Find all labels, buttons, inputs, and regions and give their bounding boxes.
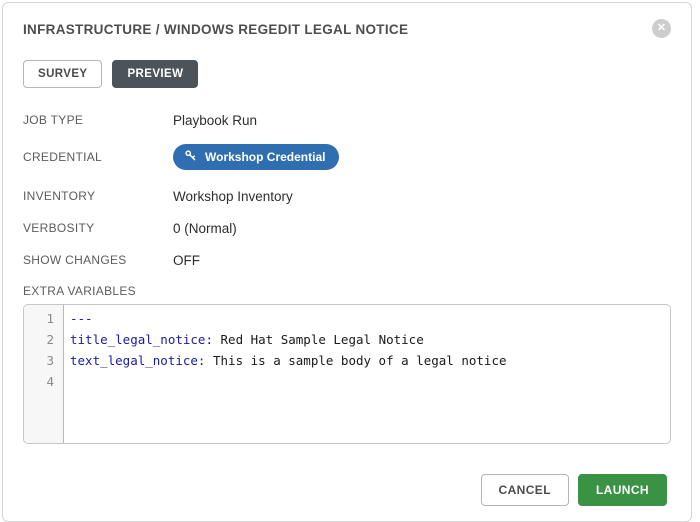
job-details: JOB TYPE Playbook Run CREDENTIAL Worksho…: [23, 112, 671, 268]
yaml-value: This is a sample body of a legal notice: [205, 353, 506, 368]
launch-button[interactable]: LAUNCH: [578, 474, 667, 506]
extra-variables-editor: 1 2 3 4 --- title_legal_notice: Red Hat …: [23, 304, 671, 444]
line-number: 3: [24, 350, 54, 371]
yaml-value: Red Hat Sample Legal Notice: [213, 332, 424, 347]
job-type-label: JOB TYPE: [23, 113, 173, 127]
job-launch-preview-dialog: INFRASTRUCTURE / WINDOWS REGEDIT LEGAL N…: [2, 2, 692, 522]
line-number: 1: [24, 308, 54, 329]
code-line: title_legal_notice: Red Hat Sample Legal…: [70, 329, 670, 350]
inventory-value: Workshop Inventory: [173, 189, 293, 204]
yaml-key: title_legal_notice:: [70, 332, 213, 347]
tab-preview[interactable]: PREVIEW: [112, 60, 198, 88]
line-number: 2: [24, 329, 54, 350]
cancel-button[interactable]: CANCEL: [481, 474, 569, 506]
dialog-footer: CANCEL LAUNCH: [23, 474, 671, 506]
detail-row-verbosity: VERBOSITY 0 (Normal): [23, 220, 671, 236]
code-line: ---: [70, 308, 670, 329]
inventory-label: INVENTORY: [23, 189, 173, 203]
dialog-title: INFRASTRUCTURE / WINDOWS REGEDIT LEGAL N…: [23, 19, 408, 37]
code-line: text_legal_notice: This is a sample body…: [70, 350, 670, 371]
detail-row-job-type: JOB TYPE Playbook Run: [23, 112, 671, 128]
detail-row-inventory: INVENTORY Workshop Inventory: [23, 188, 671, 204]
show-changes-label: SHOW CHANGES: [23, 253, 173, 267]
detail-row-show-changes: SHOW CHANGES OFF: [23, 252, 671, 268]
extra-variables-label: EXTRA VARIABLES: [23, 284, 671, 298]
credential-tag[interactable]: Workshop Credential: [173, 144, 339, 170]
credential-tag-label: Workshop Credential: [205, 150, 325, 164]
close-icon[interactable]: ✕: [652, 19, 671, 38]
editor-line-number-gutter: 1 2 3 4: [24, 305, 64, 443]
job-type-value: Playbook Run: [173, 113, 257, 128]
yaml-document-start: ---: [70, 311, 93, 326]
detail-row-credential: CREDENTIAL Workshop Credential: [23, 144, 671, 170]
verbosity-label: VERBOSITY: [23, 221, 173, 235]
dialog-header: INFRASTRUCTURE / WINDOWS REGEDIT LEGAL N…: [23, 19, 671, 38]
show-changes-value: OFF: [173, 253, 200, 268]
line-number: 4: [24, 371, 54, 392]
tab-bar: SURVEY PREVIEW: [23, 60, 671, 88]
verbosity-value: 0 (Normal): [173, 221, 237, 236]
tab-survey[interactable]: SURVEY: [23, 60, 102, 88]
credential-label: CREDENTIAL: [23, 150, 173, 164]
yaml-key: text_legal_notice:: [70, 353, 205, 368]
code-line: [70, 371, 670, 392]
key-icon: [184, 149, 197, 165]
editor-code-area[interactable]: --- title_legal_notice: Red Hat Sample L…: [64, 305, 670, 443]
